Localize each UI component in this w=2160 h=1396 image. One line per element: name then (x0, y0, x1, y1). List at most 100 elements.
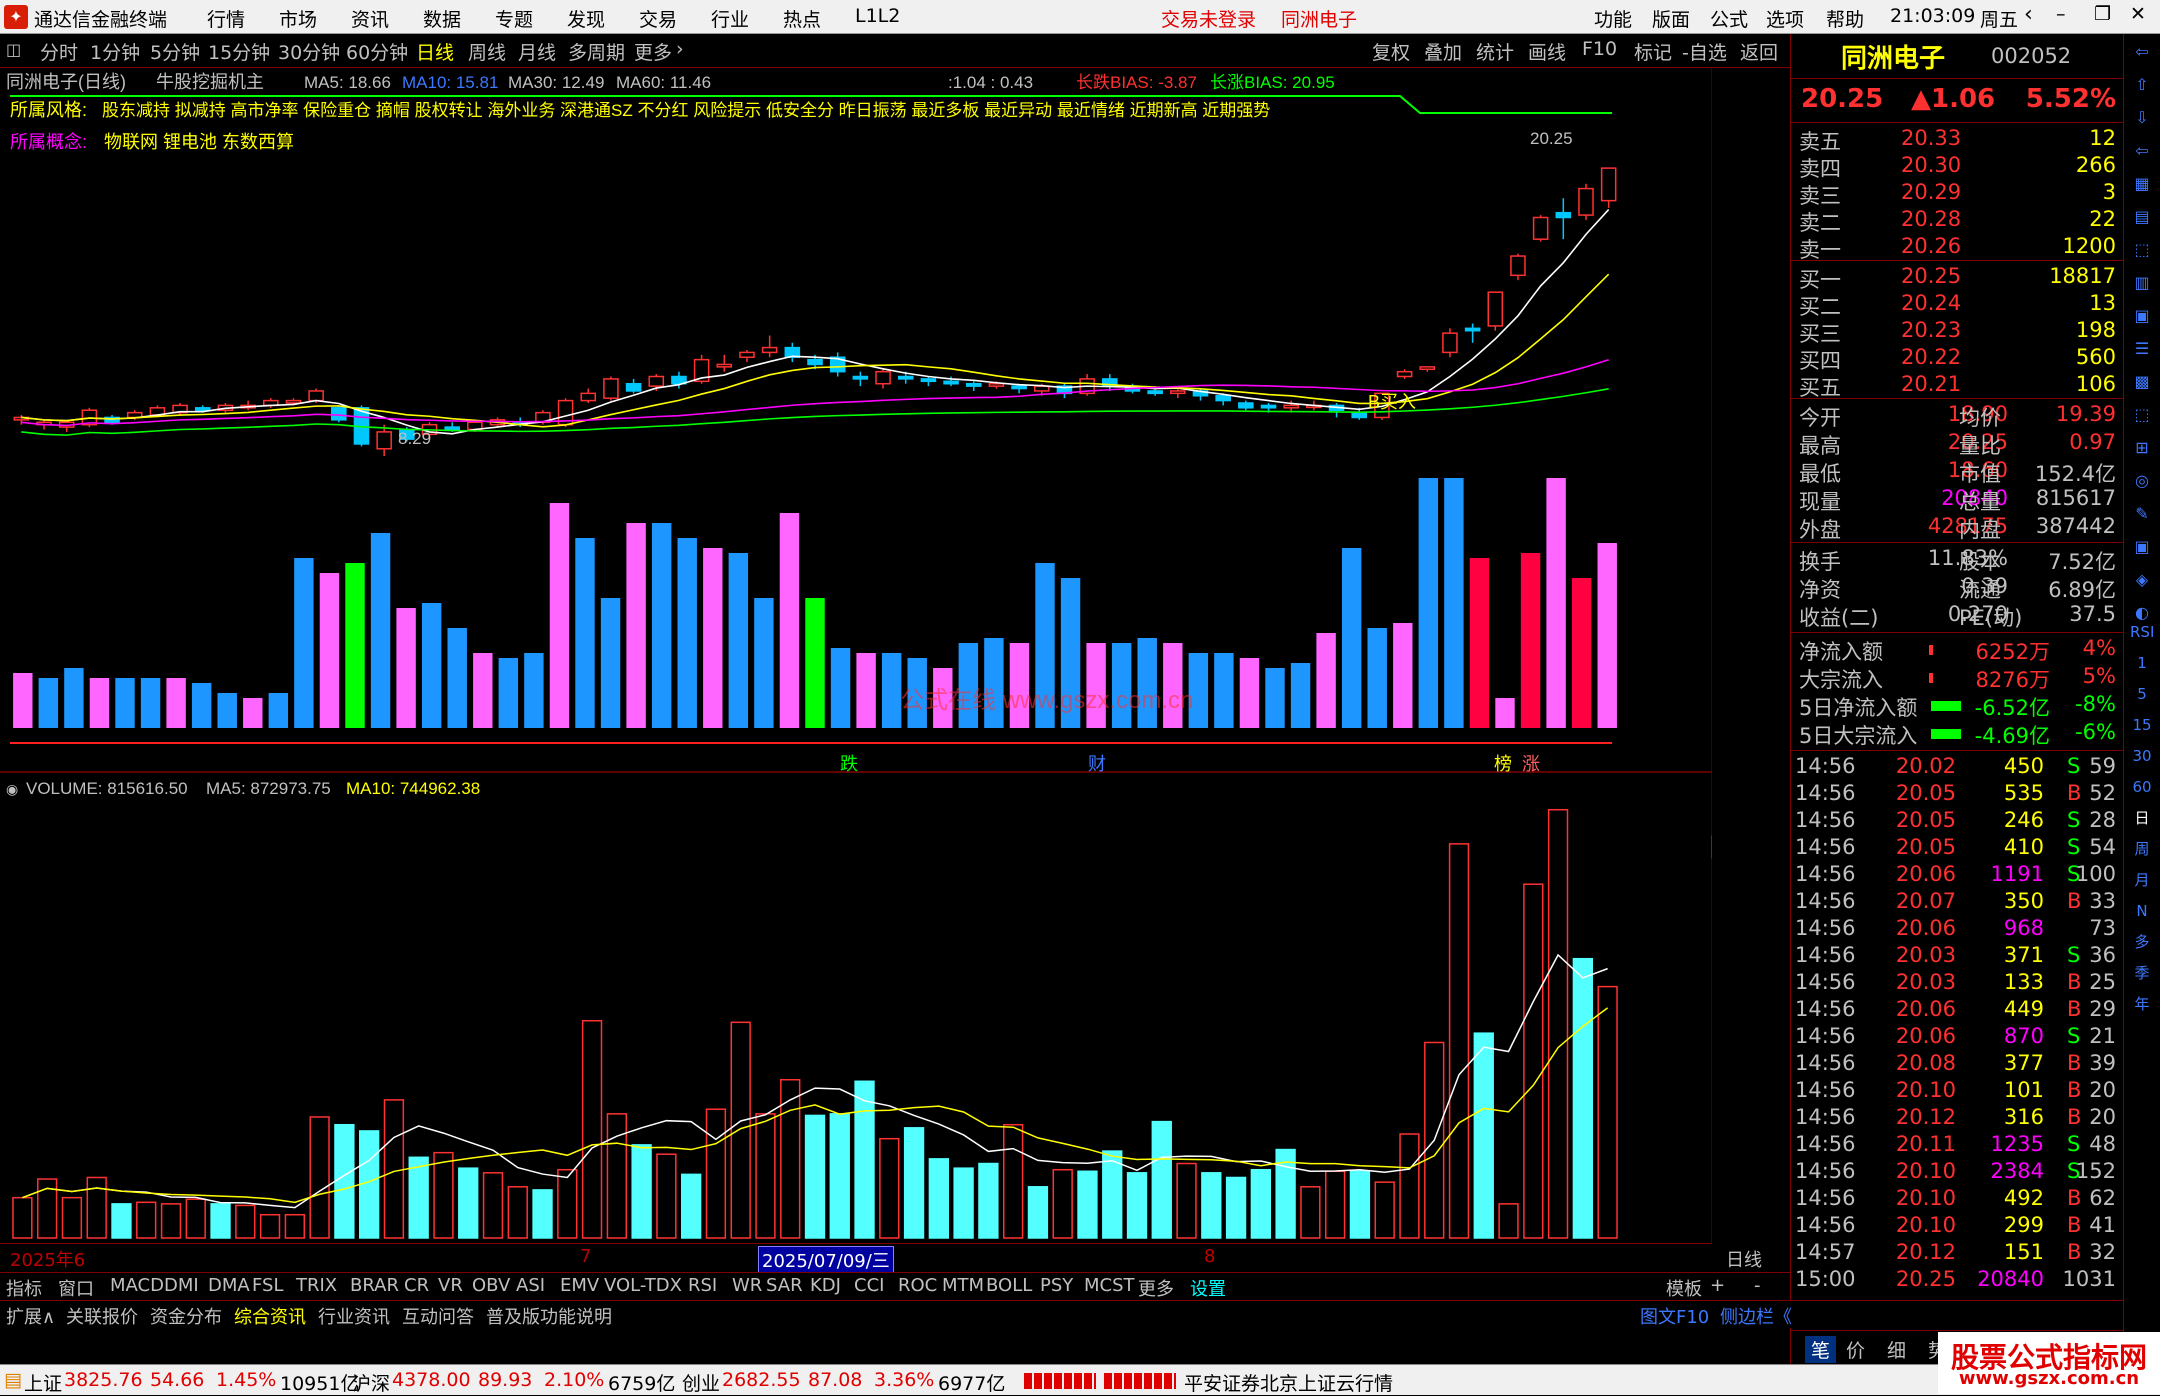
ext-tab-1[interactable]: 关联报价 (66, 1303, 138, 1329)
menu-faxian[interactable]: 发现 (567, 5, 605, 32)
indicator-tab-24[interactable]: 更多 (1138, 1275, 1174, 1301)
period-monthly[interactable]: 月线 (518, 38, 556, 65)
sidebar-period-2[interactable]: 5 (2130, 682, 2154, 706)
tool-fuquan[interactable]: 复权 (1372, 38, 1410, 65)
period-fenshi[interactable]: 分时 (40, 38, 78, 65)
menu-bangzhu[interactable]: 帮助 (1826, 5, 1864, 32)
sidebar-target-icon[interactable]: ◎ (2130, 469, 2154, 493)
indicator-tab-20[interactable]: MTM (942, 1275, 984, 1296)
tool-diejia[interactable]: 叠加 (1424, 38, 1462, 65)
menu-hangqing[interactable]: 行情 (207, 5, 245, 32)
indicator-tab-7[interactable]: BRAR (350, 1275, 399, 1296)
ext-f10[interactable]: 图文F10 (1640, 1303, 1709, 1329)
panel-tab-1[interactable]: 价 (1846, 1336, 1865, 1363)
sidebar-block-icon[interactable]: ▩ (2130, 370, 2154, 394)
indicator-tab-6[interactable]: TRIX (296, 1275, 337, 1296)
indicator-tab-11[interactable]: ASI (516, 1275, 545, 1296)
minimize-icon[interactable]: – (2056, 3, 2066, 25)
toggle-panel-icon[interactable]: ◫ (6, 40, 21, 59)
indicator-tab-18[interactable]: CCI (854, 1275, 884, 1296)
menu-jiaoyi[interactable]: 交易 (639, 5, 677, 32)
tool-huaxian[interactable]: 画线 (1528, 38, 1566, 65)
indicator-tab-9[interactable]: VR (438, 1275, 463, 1296)
menu-shuju[interactable]: 数据 (423, 5, 461, 32)
sidebar-home-icon[interactable]: ⇦ (2130, 139, 2154, 163)
ext-sidebar-toggle[interactable]: 侧边栏《 (1720, 1303, 1792, 1329)
ext-tab-3[interactable]: 综合资讯 (234, 1303, 306, 1329)
indicator-right-0[interactable]: 模板 (1666, 1275, 1702, 1301)
sidebar-period-6[interactable]: 日 (2130, 806, 2154, 830)
indicator-tab-13[interactable]: VOL-TDX (604, 1275, 682, 1296)
sidebar-window-icon[interactable]: ⬚ (2130, 403, 2154, 427)
period-more[interactable]: 更多 (634, 38, 672, 65)
indicator-right-2[interactable]: - (1754, 1275, 1761, 1296)
status-menu-icon[interactable]: ▤ (4, 1369, 22, 1391)
k-line-chart[interactable]: 20.0018.0016.0014.0012.0010.008.006.004.… (0, 68, 1712, 1243)
indicator-tab-25[interactable]: 设置 (1190, 1275, 1226, 1301)
indicator-tab-15[interactable]: WR (732, 1275, 762, 1296)
panel-tab-2[interactable]: 细 (1887, 1336, 1906, 1363)
menu-xuanxiang[interactable]: 选项 (1766, 5, 1804, 32)
sidebar-period-12[interactable]: 年 (2130, 992, 2154, 1016)
ext-tab-2[interactable]: 资金分布 (150, 1303, 222, 1329)
sidebar-up-icon[interactable]: ⇧ (2130, 73, 2154, 97)
indicator-tab-21[interactable]: BOLL (986, 1275, 1032, 1296)
sidebar-period-0[interactable]: RSI (2130, 620, 2154, 644)
menu-l1l2[interactable]: L1L2 (855, 5, 900, 27)
sidebar-period-7[interactable]: 周 (2130, 837, 2154, 861)
indicator-tab-0[interactable]: 指标 (6, 1275, 42, 1301)
sidebar-plus-grid-icon[interactable]: ⊞ (2130, 436, 2154, 460)
menu-gongshi[interactable]: 公式 (1710, 5, 1748, 32)
menu-hangye[interactable]: 行业 (711, 5, 749, 32)
indicator-tab-3[interactable]: DMI (164, 1275, 199, 1296)
period-weekly[interactable]: 周线 (468, 38, 506, 65)
menu-gongneng[interactable]: 功能 (1594, 5, 1632, 32)
tool-fanhui[interactable]: 返回 (1740, 38, 1778, 65)
sidebar-period-9[interactable]: N (2130, 899, 2154, 923)
indicator-tab-23[interactable]: MCST (1084, 1275, 1135, 1296)
indicator-tab-14[interactable]: RSI (688, 1275, 717, 1296)
tool-biaoji[interactable]: 标记 (1634, 38, 1672, 65)
sidebar-period-1[interactable]: 1 (2130, 651, 2154, 675)
sidebar-pen-icon[interactable]: ✎ (2130, 502, 2154, 526)
ext-tab-4[interactable]: 行业资讯 (318, 1303, 390, 1329)
indicator-tab-8[interactable]: CR (404, 1275, 429, 1296)
indicator-tab-4[interactable]: DMA (208, 1275, 250, 1296)
more-arrow-icon[interactable]: › (676, 38, 684, 60)
sidebar-box-icon[interactable]: ▣ (2130, 304, 2154, 328)
sidebar-menu-icon[interactable]: ☰ (2130, 337, 2154, 361)
indicator-tab-22[interactable]: PSY (1040, 1275, 1073, 1296)
sidebar-down-icon[interactable]: ⇩ (2130, 106, 2154, 130)
panel-tab-0[interactable]: 笔 (1805, 1336, 1837, 1363)
sidebar-grid-icon[interactable]: ▦ (2130, 172, 2154, 196)
sidebar-period-8[interactable]: 月 (2130, 868, 2154, 892)
period-daily[interactable]: 日线 (416, 38, 454, 65)
indicator-tab-16[interactable]: SAR (766, 1275, 803, 1296)
sidebar-list-icon[interactable]: ▤ (2130, 205, 2154, 229)
back-icon[interactable]: ‹ (2024, 2, 2033, 27)
indicator-tab-1[interactable]: 窗口 (58, 1275, 94, 1301)
sidebar-period-4[interactable]: 30 (2130, 744, 2154, 768)
sidebar-diamond-icon[interactable]: ◈ (2130, 568, 2154, 592)
sidebar-back-icon[interactable]: ⇦ (2130, 40, 2154, 64)
indicator-tab-5[interactable]: FSL (252, 1275, 284, 1296)
indicator-tab-19[interactable]: ROC (898, 1275, 937, 1296)
ext-tab-6[interactable]: 普及版功能说明 (486, 1303, 612, 1329)
ext-tab-0[interactable]: 扩展∧ (6, 1303, 55, 1329)
period-60min[interactable]: 60分钟 (346, 38, 408, 65)
indicator-right-1[interactable]: + (1710, 1275, 1725, 1296)
menu-redian[interactable]: 热点 (783, 5, 821, 32)
login-status[interactable]: 交易未登录 (1161, 5, 1256, 32)
sidebar-period-5[interactable]: 60 (2130, 775, 2154, 799)
period-15min[interactable]: 15分钟 (208, 38, 270, 65)
sidebar-period-10[interactable]: 多 (2130, 930, 2154, 954)
menu-shichang[interactable]: 市场 (279, 5, 317, 32)
period-multi[interactable]: 多周期 (568, 38, 625, 65)
sidebar-frame-icon[interactable]: ⬚ (2130, 238, 2154, 262)
menu-banmian[interactable]: 版面 (1652, 5, 1690, 32)
menu-zhuanti[interactable]: 专题 (495, 5, 533, 32)
sidebar-period-3[interactable]: 15 (2130, 713, 2154, 737)
period-1min[interactable]: 1分钟 (90, 38, 140, 65)
indicator-tab-17[interactable]: KDJ (810, 1275, 841, 1296)
sidebar-table-icon[interactable]: ▥ (2130, 271, 2154, 295)
